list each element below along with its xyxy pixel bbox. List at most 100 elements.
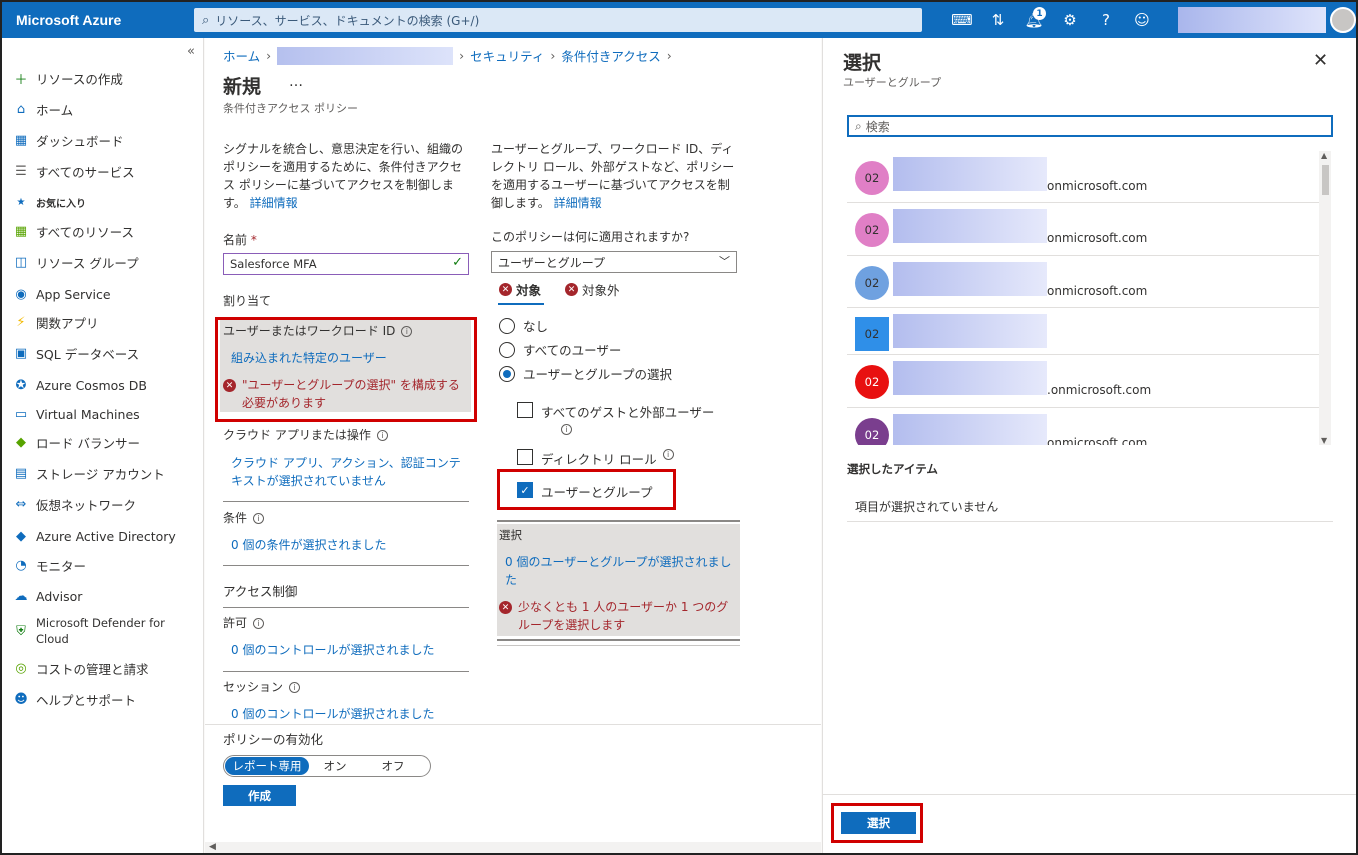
sidebar-item-4[interactable]: ☰ すべてのサービス (2, 162, 198, 181)
highlight-frame (497, 469, 676, 510)
sidebar-item-21[interactable]: ☻ ヘルプとサポート (2, 690, 198, 709)
collapse-sidebar-icon[interactable]: « (187, 44, 195, 59)
cost-icon: ◎ (15, 661, 27, 676)
settings-icon[interactable]: ⚙ (1052, 2, 1088, 38)
list-item[interactable]: 02 onmicrosoft.com (847, 408, 1319, 445)
checkbox-guests[interactable]: すべてのゲストと外部ユーザー i (517, 402, 714, 436)
checkbox-directory-roles[interactable]: ディレクトリ ロール i (517, 449, 674, 468)
avatar[interactable] (1330, 7, 1356, 33)
highlight-frame (831, 803, 923, 843)
brand-logo[interactable]: Microsoft Azure (2, 12, 192, 28)
radio-select-users[interactable]: ユーザーとグループの選択 (499, 364, 672, 383)
list-item[interactable]: 02 .onmicrosoft.com (847, 355, 1319, 408)
scroll-left-icon[interactable]: ◀ (209, 842, 216, 852)
select-users-link[interactable]: 0 個のユーザーとグループが選択されました (505, 553, 735, 589)
radio-button[interactable] (499, 341, 515, 358)
checkbox[interactable] (517, 449, 533, 465)
sidebar-item-16[interactable]: ◆ Azure Active Directory (2, 527, 198, 545)
sidebar-item-label: 仮想ネットワーク (36, 498, 137, 513)
horizontal-scrollbar[interactable]: ◀ (205, 842, 821, 853)
sidebar-item-7[interactable]: ◫ リソース グループ (2, 253, 198, 272)
help-icon[interactable]: ? (1088, 2, 1124, 38)
more-options-icon[interactable]: … (289, 74, 303, 90)
list-item[interactable]: 02 (847, 308, 1319, 355)
radio-button[interactable] (499, 317, 515, 334)
grant-link[interactable]: 0 個のコントロールが選択されました (231, 641, 434, 659)
policy-name-field[interactable]: Salesforce MFA ✓ (223, 253, 469, 275)
sidebar-item-18[interactable]: ☁ Advisor (2, 587, 198, 605)
sidebar-item-20[interactable]: ◎ コストの管理と請求 (2, 659, 198, 678)
sidebar-item-12[interactable]: ▭ Virtual Machines (2, 405, 198, 423)
list-item[interactable]: 02 onmicrosoft.com (847, 256, 1319, 308)
sidebar-item-2[interactable]: ⌂ ホーム (2, 100, 198, 119)
enable-policy-toggle[interactable]: レポート専用 オン オフ (223, 755, 431, 777)
scroll-down-icon[interactable]: ▼ (1321, 436, 1327, 445)
breadcrumb-security[interactable]: セキュリティ (470, 46, 544, 65)
conditions-link[interactable]: 0 個の条件が選択されました (231, 536, 386, 554)
sidebar-item-3[interactable]: ▦ ダッシュボード (2, 131, 198, 150)
notifications-icon[interactable]: 🔔︎ 1 (1016, 2, 1052, 38)
sidebar-item-label: ヘルプとサポート (36, 693, 137, 708)
sidebar-item-10[interactable]: ▣ SQL データベース (2, 344, 198, 363)
global-search-input[interactable]: ⌕ リソース、サービス、ドキュメントの検索 (G+/) (194, 8, 922, 32)
list-item[interactable]: 02 onmicrosoft.com (847, 151, 1319, 203)
sidebar-item-8[interactable]: ◉ App Service (2, 285, 198, 303)
tab-include[interactable]: ✕ 対象 (499, 280, 541, 299)
create-button[interactable]: 作成 (223, 785, 296, 806)
sidebar-item-13[interactable]: ◆ ロード バランサー (2, 433, 198, 452)
user-avatar: 02 (855, 418, 889, 445)
scrollbar-thumb[interactable] (1322, 165, 1329, 195)
info-icon[interactable]: i (289, 682, 301, 693)
users-learn-more-link[interactable]: 詳細情報 (554, 196, 602, 210)
learn-more-link[interactable]: 詳細情報 (250, 196, 298, 210)
sidebar-item-11[interactable]: ✪ Azure Cosmos DB (2, 376, 198, 394)
sidebar-item-label: コストの管理と請求 (36, 662, 149, 677)
info-icon[interactable]: i (376, 430, 388, 441)
sidebar-item-15[interactable]: ⇔ 仮想ネットワーク (2, 495, 198, 514)
sidebar-item-1[interactable]: ＋ リソースの作成 (2, 69, 198, 88)
global-search-placeholder: リソース、サービス、ドキュメントの検索 (G+/) (215, 13, 480, 28)
checkbox[interactable] (517, 402, 533, 418)
toggle-off[interactable]: オフ (361, 758, 425, 774)
vertical-scrollbar[interactable]: ▲ ▼ (1319, 151, 1331, 445)
panel-search-input[interactable]: ⌕ 検索 (847, 115, 1333, 137)
required-marker: * (250, 233, 257, 247)
sidebar-item-6[interactable]: ▦ すべてのリソース (2, 222, 198, 241)
scroll-up-icon[interactable]: ▲ (1321, 151, 1327, 160)
list-item[interactable]: 02 onmicrosoft.com (847, 203, 1319, 256)
applies-to-dropdown[interactable]: ユーザーとグループ ﹀ (491, 251, 737, 273)
user-avatar: 02 (855, 213, 889, 247)
sidebar-item-17[interactable]: ◔ モニター (2, 556, 198, 575)
info-icon[interactable]: i (662, 449, 674, 460)
select-label: 選択 (499, 528, 522, 542)
breadcrumb-home[interactable]: ホーム (223, 46, 260, 65)
session-label-text: セッション (223, 680, 284, 694)
toggle-report-only[interactable]: レポート専用 (225, 757, 309, 775)
tab-exclude[interactable]: ✕ 対象外 (565, 280, 620, 299)
access-controls-heading: アクセス制御 (223, 584, 298, 599)
cloud-apps-link[interactable]: クラウド アプリ、アクション、認証コンテキストが選択されていません (231, 454, 469, 490)
checkbox-guests-label: すべてのゲストと外部ユーザー (541, 405, 715, 420)
directory-filter-icon[interactable]: ⇅ (980, 2, 1016, 38)
breadcrumb-tenant[interactable] (277, 46, 454, 65)
sidebar-item-9[interactable]: ⚡ 関数アプリ (2, 313, 198, 332)
radio-button-selected[interactable] (499, 365, 515, 382)
radio-none[interactable]: なし (499, 316, 548, 335)
account-name[interactable] (1178, 7, 1326, 33)
toggle-on[interactable]: オン (309, 758, 361, 774)
error-icon: ✕ (499, 601, 512, 614)
info-icon[interactable]: i (253, 618, 265, 629)
radio-all-users[interactable]: すべてのユーザー (499, 340, 621, 359)
sidebar: « ＋ リソースの作成 ⌂ ホーム ▦ ダッシュボード ☰ すべてのサービス ★ お気に入り ▦ すべ… (2, 38, 204, 853)
sidebar-item-19[interactable]: ⛨ Microsoft Defender for Cloud (2, 615, 198, 647)
feedback-icon[interactable]: ☺ (1124, 2, 1160, 38)
info-icon[interactable]: i (253, 513, 265, 524)
sidebar-item-14[interactable]: ▤ ストレージ アカウント (2, 464, 198, 483)
breadcrumb-conditional-access[interactable]: 条件付きアクセス (561, 46, 660, 65)
page-subtitle: 条件付きアクセス ポリシー (223, 102, 358, 115)
cloud-shell-icon[interactable]: ⌨ (944, 2, 980, 38)
info-icon[interactable]: i (561, 424, 572, 435)
app-service-icon: ◉ (15, 286, 27, 302)
session-link[interactable]: 0 個のコントロールが選択されました (231, 705, 434, 723)
close-icon[interactable]: ✕ (1313, 50, 1328, 71)
